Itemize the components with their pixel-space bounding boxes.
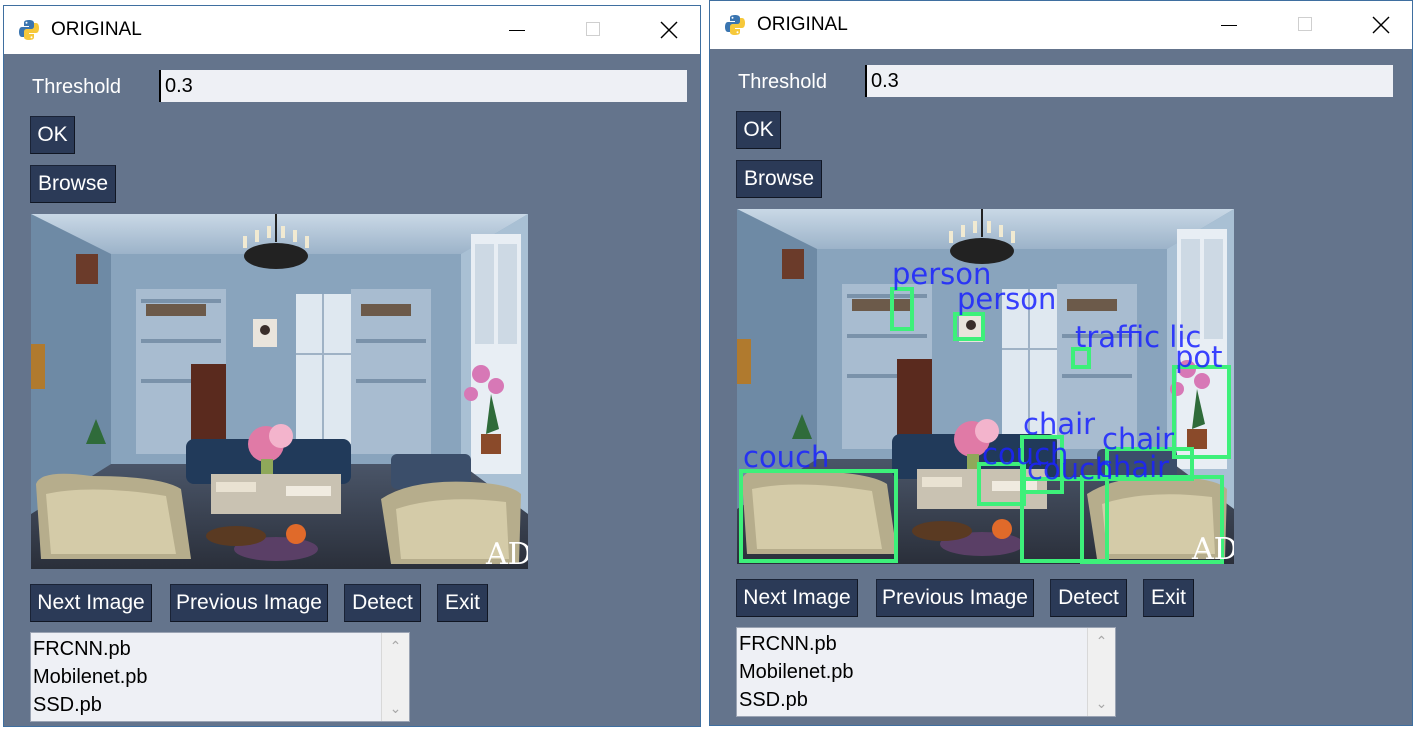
window-content: Threshold OK Browse: [710, 49, 1412, 725]
detection-label: pot: [1175, 340, 1223, 374]
model-listbox[interactable]: FRCNN.pb Mobilenet.pb SSD.pb ⌃ ⌄: [736, 627, 1116, 717]
list-item-mobilenet[interactable]: Mobilenet.pb: [33, 663, 379, 691]
python-logo-icon: [19, 20, 39, 40]
close-button[interactable]: [1358, 1, 1404, 49]
next-image-button[interactable]: Next Image: [736, 579, 858, 617]
python-logo-icon: [725, 15, 745, 35]
preview-image: AD: [31, 214, 528, 569]
browse-button[interactable]: Browse: [30, 165, 116, 203]
minimize-button[interactable]: [494, 6, 540, 54]
room-photo: personpersontraffic licpotchair chairchai…: [737, 209, 1234, 564]
detection-label: couch: [1027, 452, 1113, 486]
close-button[interactable]: [646, 6, 692, 54]
scroll-up-icon[interactable]: ⌃: [1088, 628, 1115, 654]
room-photo: AD: [31, 214, 528, 569]
window-title: ORIGINAL: [757, 14, 848, 35]
window-content: Threshold OK Browse: [4, 54, 700, 726]
ok-button[interactable]: OK: [736, 111, 781, 149]
next-image-button[interactable]: Next Image: [30, 584, 152, 622]
scroll-down-icon[interactable]: ⌄: [382, 695, 409, 721]
maximize-icon: [1298, 17, 1312, 31]
ok-button[interactable]: OK: [30, 116, 75, 154]
list-item-ssd[interactable]: SSD.pb: [739, 686, 1085, 714]
previous-image-button[interactable]: Previous Image: [876, 579, 1034, 617]
detection-label: chair: [1023, 407, 1095, 441]
detection-result-image: person person traffic lic pot chair chair chai…: [737, 209, 1234, 564]
detect-button[interactable]: Detect: [1050, 579, 1127, 617]
maximize-button[interactable]: [1282, 1, 1328, 49]
threshold-input[interactable]: [159, 70, 687, 102]
listbox-scrollbar[interactable]: ⌃ ⌄: [1087, 628, 1115, 716]
threshold-label: Threshold: [32, 76, 121, 98]
minimize-icon: [509, 30, 525, 31]
close-icon: [1372, 16, 1390, 34]
ad-watermark: AD: [1191, 532, 1234, 564]
exit-button[interactable]: Exit: [437, 584, 488, 622]
browse-button[interactable]: Browse: [736, 160, 822, 198]
window-title: ORIGINAL: [51, 19, 142, 40]
exit-button[interactable]: Exit: [1143, 579, 1194, 617]
model-listbox[interactable]: FRCNN.pb Mobilenet.pb SSD.pb ⌃ ⌄: [30, 632, 410, 722]
previous-image-button[interactable]: Previous Image: [170, 584, 328, 622]
title-bar: ORIGINAL: [710, 1, 1412, 49]
ad-watermark: AD: [485, 537, 528, 569]
maximize-button[interactable]: [570, 6, 616, 54]
detect-button[interactable]: Detect: [344, 584, 421, 622]
threshold-input[interactable]: [865, 65, 1393, 97]
original-window-left: ORIGINAL Threshold OK Browse: [3, 5, 701, 727]
close-icon: [660, 21, 678, 39]
scroll-up-icon[interactable]: ⌃: [382, 633, 409, 659]
detection-label: person: [957, 282, 1056, 316]
listbox-scrollbar[interactable]: ⌃ ⌄: [381, 633, 409, 721]
title-bar: ORIGINAL: [4, 6, 700, 54]
threshold-label: Threshold: [738, 71, 827, 93]
minimize-icon: [1221, 25, 1237, 26]
list-item-frcnn[interactable]: FRCNN.pb: [739, 630, 1085, 658]
scroll-down-icon[interactable]: ⌄: [1088, 690, 1115, 716]
maximize-icon: [586, 22, 600, 36]
original-window-right: ORIGINAL Threshold OK Browse: [709, 0, 1413, 726]
list-item-mobilenet[interactable]: Mobilenet.pb: [739, 658, 1085, 686]
detection-label: couch: [743, 440, 829, 474]
list-item-frcnn[interactable]: FRCNN.pb: [33, 635, 379, 663]
minimize-button[interactable]: [1206, 1, 1252, 49]
list-item-ssd[interactable]: SSD.pb: [33, 691, 379, 719]
